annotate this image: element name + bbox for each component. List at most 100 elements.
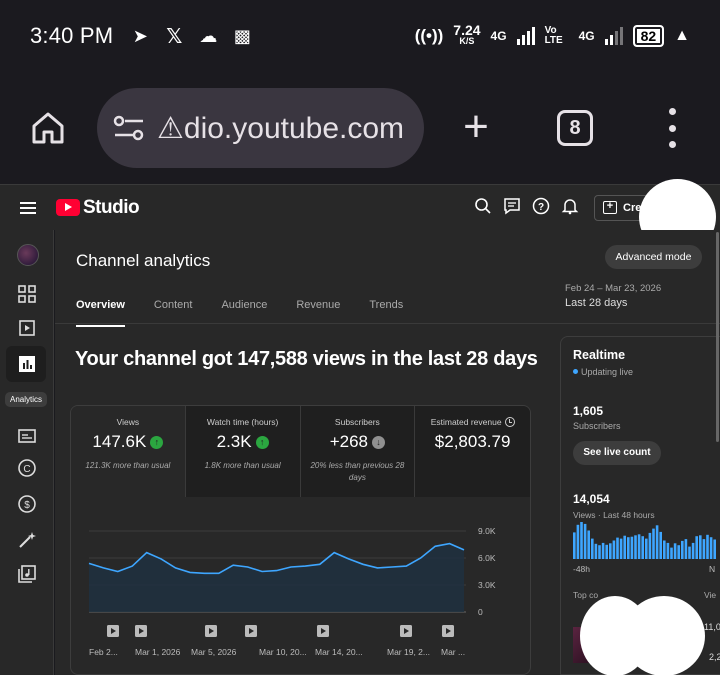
realtime-bar[interactable] — [652, 528, 655, 559]
date-range-label[interactable]: Last 28 days — [565, 297, 627, 309]
realtime-bar[interactable] — [684, 539, 688, 559]
realtime-bar[interactable] — [655, 525, 659, 559]
address-bar[interactable]: ⚠dio.youtube.com — [97, 88, 424, 168]
realtime-bar[interactable] — [637, 534, 641, 559]
see-live-count-button[interactable]: See live count — [573, 441, 661, 465]
realtime-bar[interactable] — [645, 538, 648, 559]
realtime-bar[interactable] — [691, 542, 695, 559]
browser-menu-icon[interactable] — [664, 108, 680, 148]
search-icon[interactable] — [474, 197, 492, 215]
volte-label: Vo LTE — [544, 25, 563, 46]
help-icon[interactable]: ? — [532, 197, 550, 215]
telegram-icon: ➤ — [132, 25, 148, 46]
realtime-bar[interactable] — [627, 537, 630, 559]
metric-views[interactable]: Views 147.6K ↑ 121.3K more than usual — [71, 406, 186, 497]
realtime-bar[interactable] — [648, 532, 652, 559]
metric-value-row: 147.6K ↑ — [71, 432, 185, 452]
realtime-bar[interactable] — [601, 542, 605, 559]
realtime-bar[interactable] — [619, 538, 623, 559]
customization-magic-icon[interactable] — [17, 530, 37, 550]
metric-note: 20% less than previous 28 days — [310, 461, 405, 482]
realtime-bar[interactable] — [699, 535, 702, 560]
realtime-bar[interactable] — [681, 540, 684, 559]
realtime-bar[interactable] — [641, 536, 644, 559]
realtime-bar[interactable] — [688, 546, 691, 559]
realtime-bar[interactable] — [666, 542, 670, 559]
net-speed: 7.24 K/S — [453, 23, 480, 47]
advanced-mode-button[interactable]: Advanced mode — [605, 245, 702, 269]
metric-value-row: +268 ↓ — [301, 432, 415, 452]
feedback-icon[interactable] — [503, 197, 521, 215]
hamburger-menu-icon[interactable] — [20, 201, 36, 214]
live-dot-icon — [573, 369, 578, 374]
realtime-bar[interactable] — [713, 539, 716, 560]
analytics-label[interactable]: Analytics — [5, 392, 47, 407]
notification-icons: ➤ 𝕏 ☁ ▩ — [129, 24, 253, 49]
x-tick-label: Mar 10, 20... — [259, 647, 307, 657]
date-range[interactable]: Feb 24 – Mar 23, 2026 — [565, 283, 661, 294]
realtime-bar[interactable] — [670, 547, 673, 559]
metric-value-row: 2.3K ↑ — [186, 432, 300, 452]
realtime-bar[interactable] — [573, 532, 576, 559]
realtime-bar[interactable] — [580, 522, 583, 559]
realtime-bar[interactable] — [702, 539, 706, 559]
realtime-bar[interactable] — [706, 534, 709, 559]
metric-label: Views — [116, 417, 140, 427]
notifications-bell-icon[interactable] — [561, 197, 579, 215]
page-scrollbar[interactable] — [716, 232, 719, 442]
realtime-subscribers-label: Subscribers — [573, 421, 621, 431]
network-type-2: 4G — [578, 29, 595, 43]
tab-switcher-button[interactable]: 8 — [557, 110, 593, 146]
home-icon[interactable] — [30, 110, 66, 146]
realtime-bar[interactable] — [709, 537, 713, 559]
audio-library-icon[interactable] — [17, 564, 37, 584]
realtime-bar[interactable] — [591, 538, 594, 559]
metric-value: 147.6K — [92, 432, 147, 451]
realtime-bar[interactable] — [587, 530, 590, 560]
subtitles-icon[interactable] — [17, 426, 37, 446]
views-chart: 9.0K 6.0K 3.0K 0 Feb 2... Mar 1, 2026 Mar 5… — [71, 497, 530, 674]
realtime-bar[interactable] — [663, 540, 666, 560]
top-content-label: Top co — [573, 590, 599, 600]
dashboard-icon[interactable] — [17, 284, 37, 304]
metric-label: Watch time (hours) — [206, 417, 279, 427]
signal-icon-2 — [604, 27, 623, 45]
earn-icon[interactable]: $ — [17, 494, 37, 514]
realtime-bar[interactable] — [609, 543, 612, 559]
key-metrics-card: Views 147.6K ↑ 121.3K more than usual Wa… — [70, 405, 531, 675]
metric-value: $2,803.79 — [434, 432, 511, 451]
hotspot-icon: ((•)) — [414, 26, 444, 45]
realtime-bar[interactable] — [598, 545, 601, 559]
realtime-bar[interactable] — [634, 535, 637, 560]
x-tick-label: Mar ... — [441, 647, 466, 657]
realtime-bar[interactable] — [623, 535, 626, 559]
realtime-bar[interactable] — [659, 531, 662, 559]
realtime-bar[interactable] — [594, 543, 598, 559]
status-time: 3:40 PM — [30, 23, 114, 48]
realtime-bar[interactable] — [695, 536, 698, 559]
realtime-bar[interactable] — [612, 540, 616, 560]
metric-subscribers[interactable]: Subscribers +268 ↓ 20% less than previou… — [300, 406, 416, 497]
metric-watch-time[interactable]: Watch time (hours) 2.3K ↑ 1.8K more than… — [185, 406, 301, 497]
page-title: Channel analytics — [76, 251, 211, 270]
realtime-bar[interactable] — [576, 524, 580, 559]
analytics-icon[interactable] — [17, 354, 37, 374]
realtime-bar[interactable] — [673, 543, 677, 559]
realtime-bar[interactable] — [605, 544, 608, 560]
y-tick-label: 0 — [478, 607, 483, 617]
youtube-logo-icon[interactable] — [56, 199, 80, 216]
y-tick-label: 6.0K — [478, 553, 496, 563]
new-tab-button[interactable]: + — [458, 105, 494, 149]
realtime-bar[interactable] — [630, 536, 634, 559]
realtime-bar[interactable] — [583, 523, 587, 559]
realtime-views: 14,054 — [573, 492, 610, 506]
content-icon[interactable] — [17, 318, 37, 338]
metric-revenue[interactable]: Estimated revenue $2,803.79 — [415, 406, 530, 497]
site-settings-icon[interactable] — [111, 113, 147, 143]
copyright-icon[interactable]: C — [17, 458, 37, 478]
realtime-bar[interactable] — [677, 545, 680, 559]
studio-brand[interactable]: Studio — [83, 197, 140, 219]
views-headline: Your channel got 147,588 views in the la… — [75, 348, 538, 370]
realtime-bar[interactable] — [616, 537, 619, 559]
channel-avatar[interactable] — [17, 244, 39, 266]
